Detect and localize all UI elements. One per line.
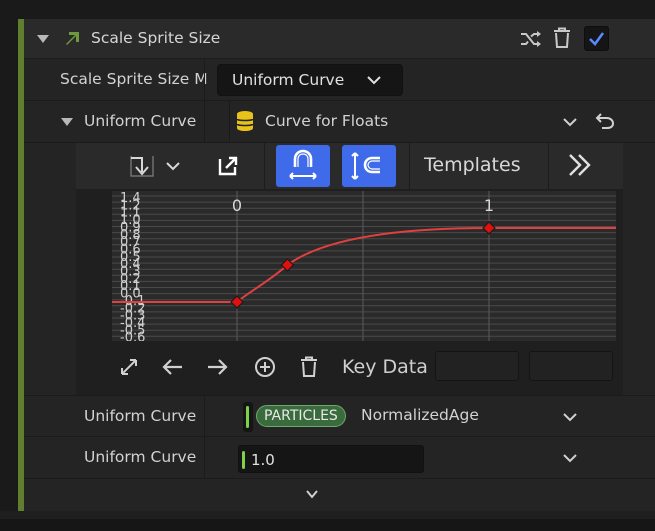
chevron-down-icon [367,76,381,85]
delete-key-icon[interactable] [299,356,319,378]
fit-view-icon[interactable] [119,357,139,377]
key-time-field[interactable] [435,351,519,381]
open-external-icon[interactable] [217,155,239,177]
snap-value-button[interactable] [342,145,396,187]
input-type-marker [243,402,253,432]
curve-view-dropdown-icon[interactable] [127,152,185,180]
curve-scale-label: Uniform Curve S [84,448,196,466]
column-divider [204,59,205,101]
chevron-down-icon[interactable] [563,117,577,127]
module-header[interactable]: Scale Sprite Size [24,19,655,59]
bottom-strip [0,511,655,531]
key-value-field[interactable] [529,351,613,381]
y-tick-label: -0.6 [120,331,145,341]
module-title: Scale Sprite Size [91,29,221,47]
chevron-down-icon[interactable] [563,453,577,463]
curve-editor-right-gutter [623,143,655,395]
double-chevron-right-icon[interactable] [567,153,593,177]
x-tick-label: 0 [232,196,242,215]
curve-scale-input[interactable]: 1.0 [238,445,424,473]
toolbar-divider [409,143,410,189]
toolbar-divider [264,143,265,189]
curve-index-value[interactable]: NormalizedAge [361,406,479,424]
scale-mode-label: Scale Sprite Size M [60,70,208,88]
delete-icon[interactable] [552,27,572,49]
column-divider [204,101,205,143]
expand-advanced-chevron-icon[interactable] [306,490,318,499]
uniform-curve-row: Uniform Curve S Curve for Floats [24,101,655,143]
column-divider [204,437,205,479]
magnet-time-icon [289,149,317,180]
module-footer [24,479,655,511]
curve-graph-svg[interactable]: 1.41.21.11.00.90.80.70.60.50.40.30.20.10… [112,191,616,341]
shuffle-icon[interactable] [520,29,542,49]
collapse-arrow-icon[interactable] [60,117,74,127]
scale-mode-dropdown[interactable]: Uniform Curve [217,64,403,96]
add-key-icon[interactable] [254,356,276,378]
toolbar-divider [548,143,549,189]
curve-graph[interactable]: 1.4 1.2 1.1 1.0 0.9 0.8 0.7 0.6 0.5 0.4 0.3 0.2 0.1 0… [112,191,616,341]
curve-editor-left-gutter [24,143,76,395]
curve-index-label: Uniform Curve I [84,407,196,425]
previous-key-icon[interactable] [162,358,184,376]
snap-time-button[interactable] [276,145,330,187]
collapse-arrow-icon[interactable] [36,34,50,44]
next-key-icon[interactable] [206,358,228,376]
module-arrow-icon [66,32,79,45]
curve-scale-value: 1.0 [251,451,275,469]
scale-mode-value: Uniform Curve [232,71,345,89]
column-divider [204,396,205,438]
magnet-value-icon [351,152,380,180]
particles-namespace-badge: PARTICLES [256,405,346,427]
column-divider [229,101,230,143]
check-icon [589,32,605,46]
key-data-label: Key Data [342,356,428,378]
chevron-down-icon[interactable] [563,412,577,422]
x-tick-label: 1 [484,196,494,215]
module-enabled-checkbox[interactable] [584,26,609,51]
database-icon [236,111,254,131]
templates-button[interactable]: Templates [424,154,521,176]
curve-asset-name[interactable]: Curve for Floats [265,112,388,130]
uniform-curve-label: Uniform Curve S [84,112,196,130]
top-strip [0,0,655,19]
reset-arrow-icon[interactable] [595,112,615,130]
